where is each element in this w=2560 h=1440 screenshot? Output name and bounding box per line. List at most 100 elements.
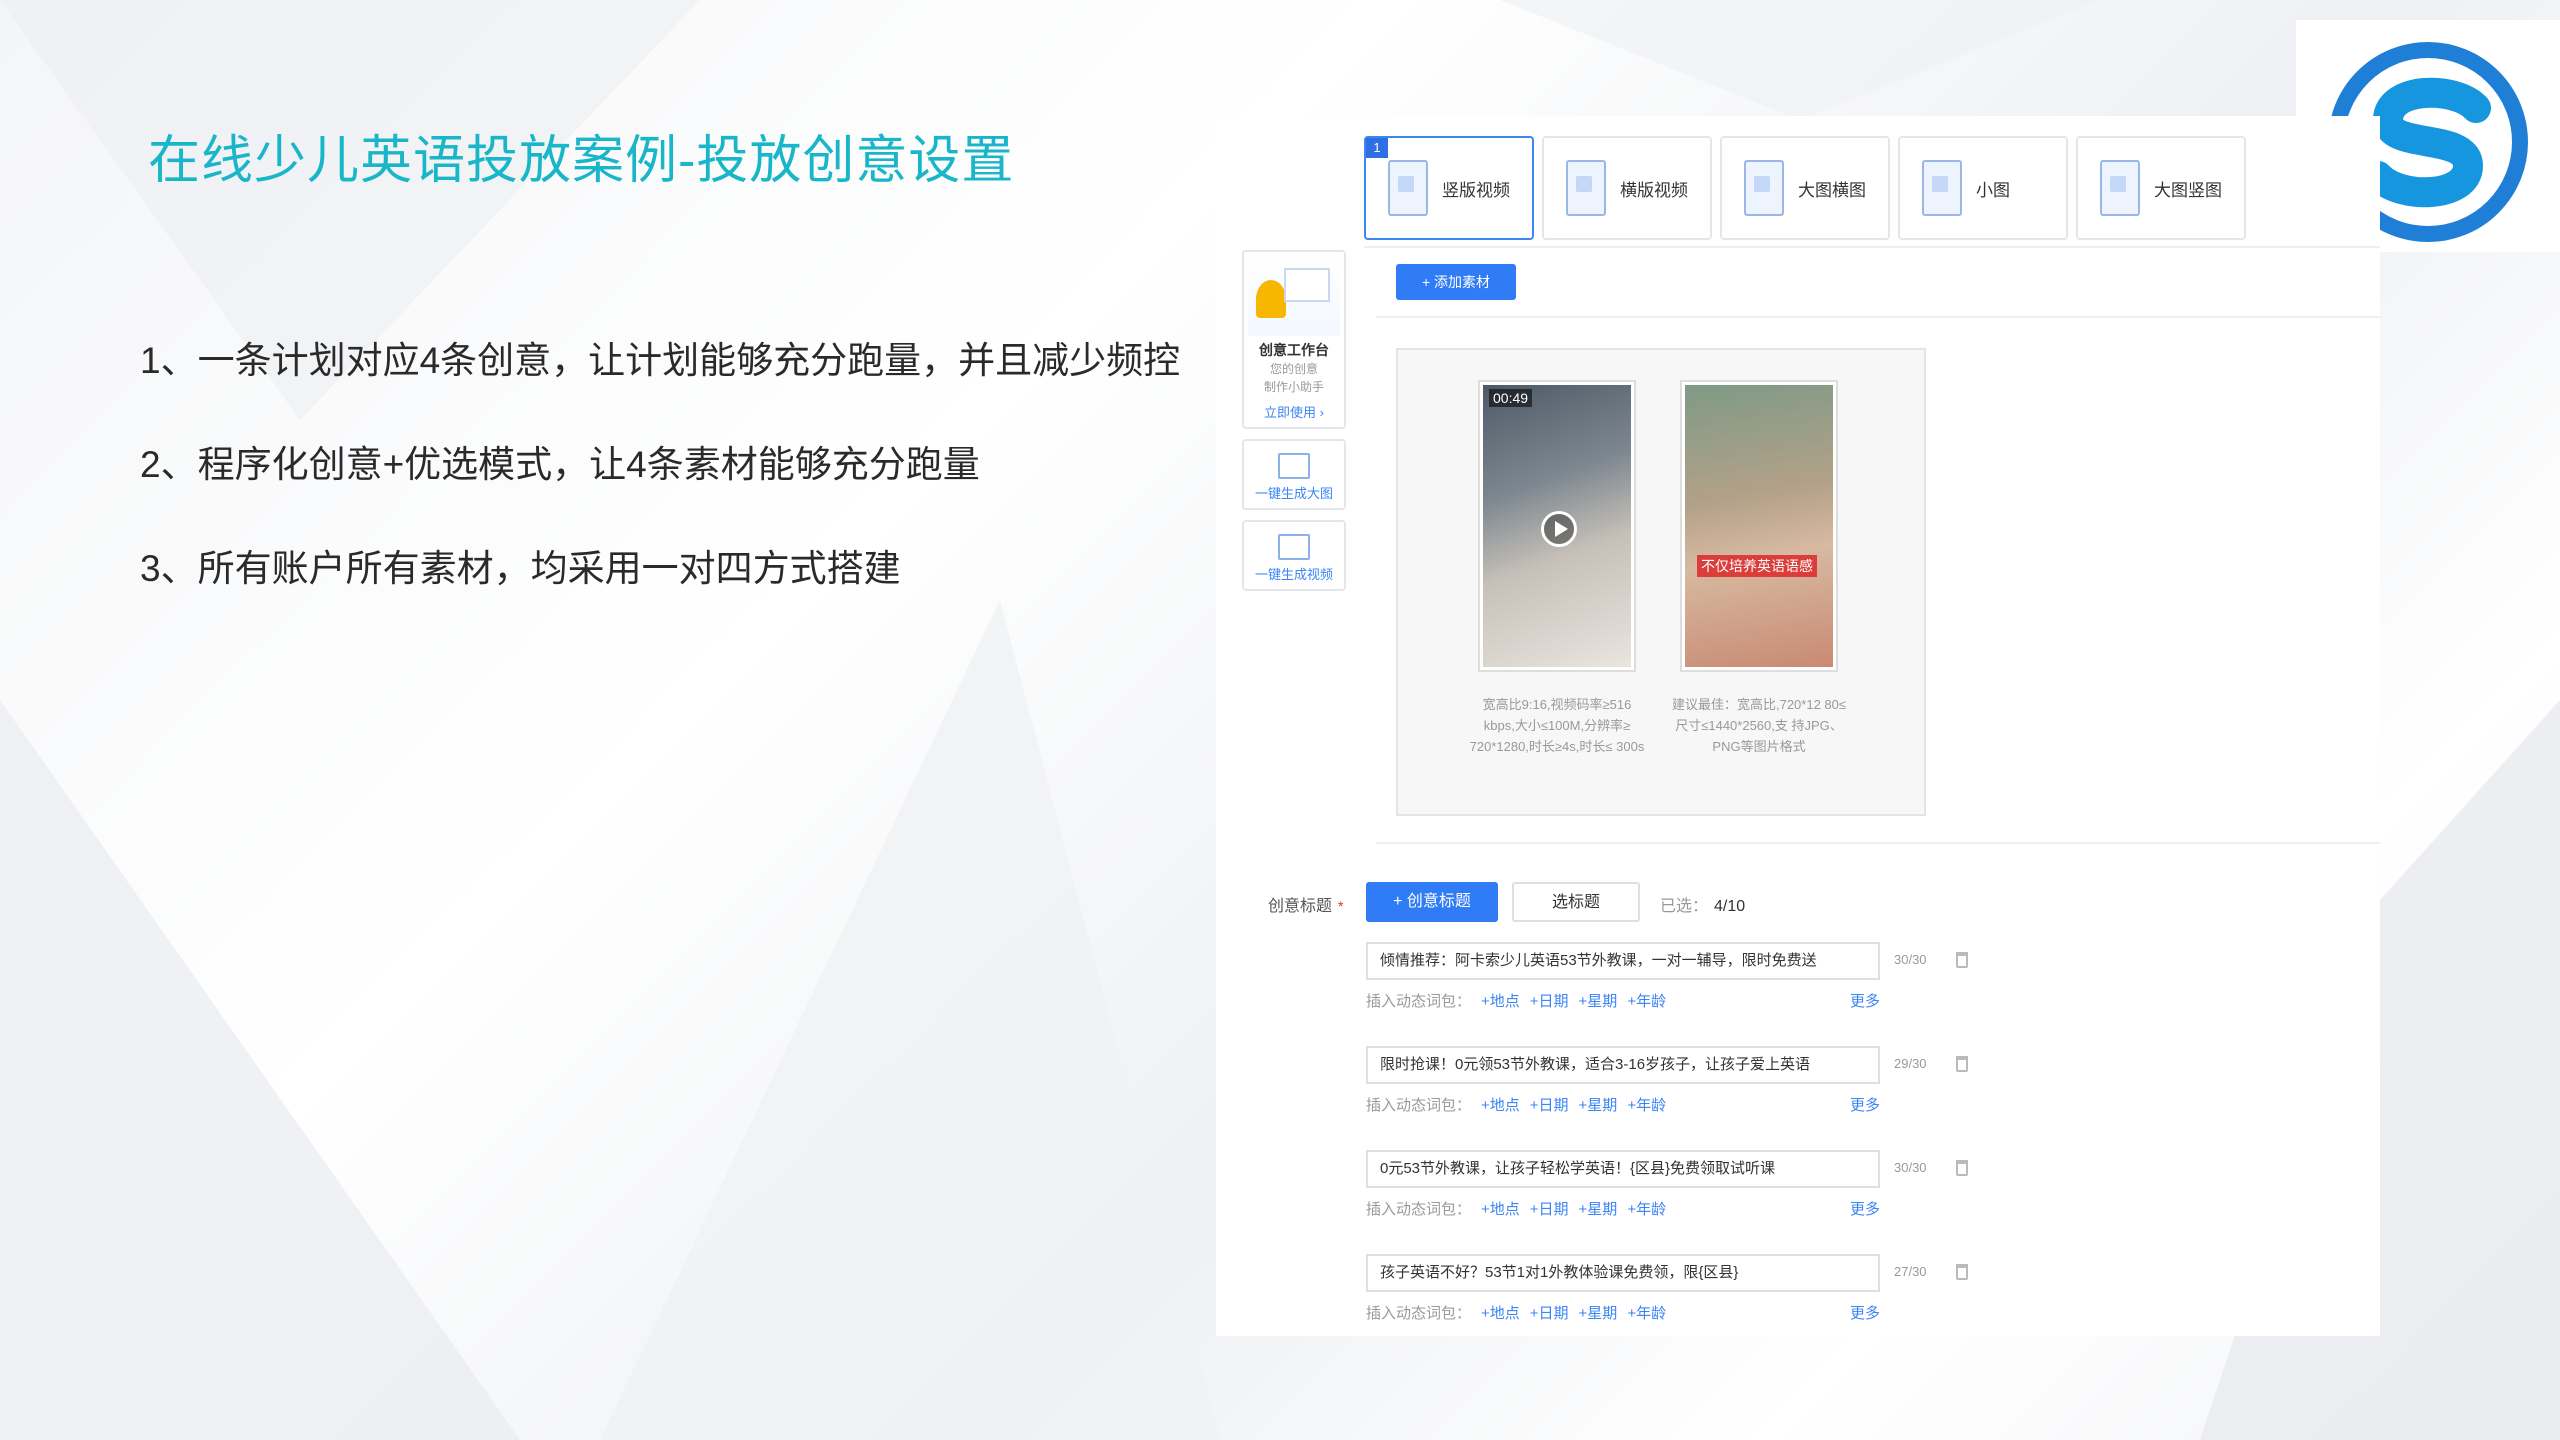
key-points: 1、一条计划对应4条创意，让计划能够充分跑量，并且减少频控 2、程序化创意+优选… — [140, 330, 1180, 642]
video-icon — [1278, 534, 1310, 560]
trash-icon[interactable] — [1956, 952, 1968, 968]
selected-label: 已选： — [1660, 898, 1709, 915]
title-row-4: 孩子英语不好？53节1对1外教体验课免费领，限{区县} 27/30 插入动态词包… — [1366, 1254, 1968, 1323]
point-1: 1、一条计划对应4条创意，让计划能够充分跑量，并且减少频控 — [140, 340, 1181, 381]
creative-title-label: 创意标题 * — [1268, 892, 1343, 916]
large-vertical-image-icon — [2100, 160, 2140, 216]
tab-label: 大图竖图 — [2154, 180, 2222, 200]
char-count: 29/30 — [1894, 1056, 1927, 1071]
creative-studio-card[interactable]: 创意工作台 您的创意 制作小助手 立即使用 › — [1242, 250, 1346, 429]
tab-small-image[interactable]: 小图 — [1898, 136, 2068, 240]
tag-weekday[interactable]: +星期 — [1579, 993, 1618, 1010]
tag-location[interactable]: +地点 — [1481, 1305, 1520, 1322]
tag-weekday[interactable]: +星期 — [1579, 1097, 1618, 1114]
tag-age[interactable]: +年龄 — [1627, 1097, 1666, 1114]
small-image-icon — [1922, 160, 1962, 216]
video-thumbnail[interactable]: 00:49 — [1478, 380, 1636, 672]
dynamic-words: 插入动态词包： +地点 +日期 +星期 +年龄 更多 — [1366, 1198, 1880, 1219]
title-input[interactable]: 孩子英语不好？53节1对1外教体验课免费领，限{区县} — [1366, 1254, 1880, 1292]
image-spec-text: 建议最佳：宽高比,720*12 80≤尺寸≤1440*2560,支 持JPG、P… — [1671, 697, 1847, 754]
large-horizontal-image-icon — [1744, 160, 1784, 216]
dynamic-label: 插入动态词包： — [1366, 1305, 1472, 1322]
tag-age[interactable]: +年龄 — [1627, 1201, 1666, 1218]
divider — [1376, 316, 2380, 318]
generate-image-label: 一键生成大图 — [1254, 486, 1333, 501]
ad-creative-editor: 1 竖版视频 横版视频 大图横图 小图 大图竖图 创意工作台 您的创意 制作小助… — [1216, 116, 2380, 1336]
studio-sub2: 制作小助手 — [1263, 380, 1324, 394]
tag-location[interactable]: +地点 — [1481, 1097, 1520, 1114]
tab-large-vertical-image[interactable]: 大图竖图 — [2076, 136, 2246, 240]
creative-sidebar: 创意工作台 您的创意 制作小助手 立即使用 › 一键生成大图 一键生成视频 — [1242, 250, 1346, 601]
tag-age[interactable]: +年龄 — [1627, 993, 1666, 1010]
trash-icon[interactable] — [1956, 1264, 1968, 1280]
dynamic-words: 插入动态词包： +地点 +日期 +星期 +年龄 更多 — [1366, 1302, 1880, 1323]
tab-horizontal-video[interactable]: 横版视频 — [1542, 136, 1712, 240]
tag-weekday[interactable]: +星期 — [1579, 1201, 1618, 1218]
title-input[interactable]: 限时抢课！0元领53节外教课，适合3-16岁孩子，让孩子爱上英语 — [1366, 1046, 1880, 1084]
tab-vertical-video[interactable]: 1 竖版视频 — [1364, 136, 1534, 240]
tab-label: 小图 — [1976, 180, 2010, 200]
tag-age[interactable]: +年龄 — [1627, 1305, 1666, 1322]
vertical-video-icon — [1388, 160, 1428, 216]
dynamic-words: 插入动态词包： +地点 +日期 +星期 +年龄 更多 — [1366, 990, 1880, 1011]
tag-date[interactable]: +日期 — [1530, 993, 1569, 1010]
dynamic-label: 插入动态词包： — [1366, 1097, 1472, 1114]
image-thumbnail[interactable]: 不仅培养英语语感 — [1680, 380, 1838, 672]
video-duration: 00:49 — [1489, 389, 1533, 407]
image-icon — [1278, 453, 1310, 479]
dynamic-label: 插入动态词包： — [1366, 1201, 1472, 1218]
create-title-button[interactable]: + 创意标题 — [1366, 882, 1498, 922]
divider — [1376, 842, 2380, 844]
studio-sub1: 您的创意 — [1269, 362, 1318, 376]
char-count: 30/30 — [1894, 1160, 1927, 1175]
image-overlay-text: 不仅培养英语语感 — [1697, 555, 1817, 577]
horizontal-video-icon — [1566, 160, 1606, 216]
studio-illustration — [1248, 258, 1340, 336]
trash-icon[interactable] — [1956, 1160, 1968, 1176]
required-mark: * — [1338, 898, 1344, 914]
generate-video-button[interactable]: 一键生成视频 — [1242, 520, 1346, 591]
selected-value: 4/10 — [1714, 898, 1746, 915]
more-link[interactable]: 更多 — [1850, 1302, 1880, 1323]
more-link[interactable]: 更多 — [1850, 990, 1880, 1011]
dynamic-label: 插入动态词包： — [1366, 993, 1472, 1010]
select-title-button[interactable]: 选标题 — [1512, 882, 1640, 922]
tag-location[interactable]: +地点 — [1481, 993, 1520, 1010]
title-row-2: 限时抢课！0元领53节外教课，适合3-16岁孩子，让孩子爱上英语 29/30 插… — [1366, 1046, 1968, 1115]
tab-large-horizontal-image[interactable]: 大图横图 — [1720, 136, 1890, 240]
title-input[interactable]: 倾情推荐：阿卡索少儿英语53节外教课，一对一辅导，限时免费送 — [1366, 942, 1880, 980]
material-preview-area: 00:49 不仅培养英语语感 宽高比9:16,视频码率≥516 kbps,大小≤… — [1396, 348, 1926, 816]
selected-badge: 1 — [1366, 138, 1388, 158]
play-icon[interactable] — [1541, 511, 1577, 547]
selected-count: 已选： 4/10 — [1660, 892, 1745, 916]
tag-date[interactable]: +日期 — [1530, 1305, 1569, 1322]
video-spec-text: 宽高比9:16,视频码率≥516 kbps,大小≤100M,分辨率≥ 720*1… — [1469, 697, 1645, 754]
more-link[interactable]: 更多 — [1850, 1094, 1880, 1115]
trash-icon[interactable] — [1956, 1056, 1968, 1072]
generate-image-button[interactable]: 一键生成大图 — [1242, 439, 1346, 510]
tag-date[interactable]: +日期 — [1530, 1201, 1569, 1218]
tab-label: 竖版视频 — [1442, 180, 1510, 200]
studio-link[interactable]: 立即使用 › — [1248, 402, 1340, 421]
generate-video-label: 一键生成视频 — [1254, 567, 1333, 582]
tab-label: 大图横图 — [1798, 180, 1866, 200]
point-2: 2、程序化创意+优选模式，让4条素材能够充分跑量 — [140, 444, 980, 485]
title-row-3: 0元53节外教课，让孩子轻松学英语！{区县}免费领取试听课 30/30 插入动态… — [1366, 1150, 1968, 1219]
image-frame: 不仅培养英语语感 — [1685, 385, 1833, 667]
more-link[interactable]: 更多 — [1850, 1198, 1880, 1219]
label-text: 创意标题 — [1268, 898, 1333, 915]
slide-title: 在线少儿英语投放案例-投放创意设置 — [148, 132, 1015, 190]
dynamic-words: 插入动态词包： +地点 +日期 +星期 +年龄 更多 — [1366, 1094, 1880, 1115]
char-count: 30/30 — [1894, 952, 1927, 967]
studio-title: 创意工作台 — [1259, 342, 1329, 358]
point-3: 3、所有账户所有素材，均采用一对四方式搭建 — [140, 548, 901, 589]
tag-date[interactable]: +日期 — [1530, 1097, 1569, 1114]
tag-weekday[interactable]: +星期 — [1579, 1305, 1618, 1322]
tab-label: 横版视频 — [1620, 180, 1688, 200]
title-row-1: 倾情推荐：阿卡索少儿英语53节外教课，一对一辅导，限时免费送 30/30 插入动… — [1366, 942, 1968, 1011]
creative-type-tabs: 1 竖版视频 横版视频 大图横图 小图 大图竖图 — [1364, 126, 2380, 248]
char-count: 27/30 — [1894, 1264, 1927, 1279]
add-material-button[interactable]: + 添加素材 — [1396, 264, 1516, 300]
tag-location[interactable]: +地点 — [1481, 1201, 1520, 1218]
title-input[interactable]: 0元53节外教课，让孩子轻松学英语！{区县}免费领取试听课 — [1366, 1150, 1880, 1188]
